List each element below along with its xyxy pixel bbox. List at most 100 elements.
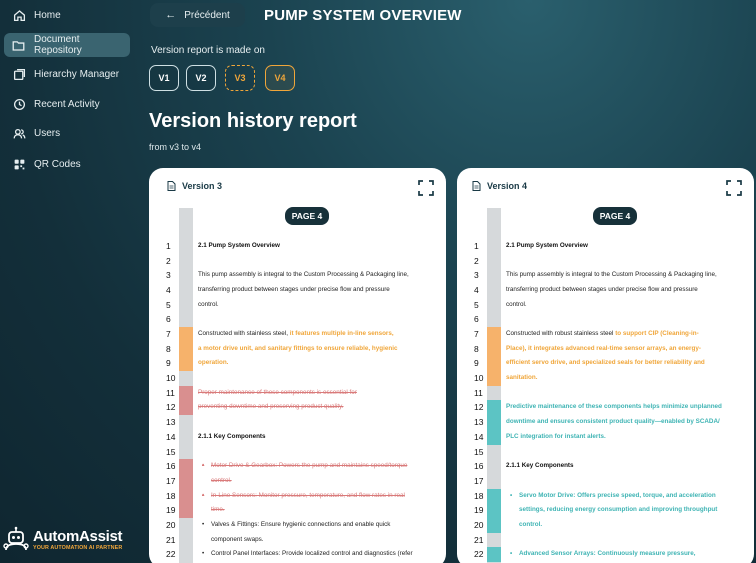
document-line: 11 xyxy=(457,386,754,401)
version-button-v1[interactable]: V1 xyxy=(149,65,179,91)
sidebar-item-label: Home xyxy=(34,9,61,21)
line-text: Proper maintenance of these components i… xyxy=(198,386,443,401)
line-text: PLC integration for instant alerts. xyxy=(506,430,751,445)
text-segment: Constructed with robust stainless steel xyxy=(506,330,616,338)
change-marker-red xyxy=(179,473,193,489)
line-number: 4 xyxy=(474,285,479,296)
document-line: 20 • Valves & Fittings: Ensure hygienic co… xyxy=(149,518,446,533)
logo-title: AutomAssist xyxy=(33,527,123,545)
sidebar-item-home[interactable]: Home xyxy=(4,3,130,27)
document-line: 9 operation. xyxy=(149,356,446,372)
text-segment: 2.1.1 Key Components xyxy=(198,432,266,440)
page-title: PUMP SYSTEM OVERVIEW xyxy=(264,7,462,24)
document-line: 14 2.1.1 Key Components xyxy=(149,430,446,445)
line-number: 2 xyxy=(474,255,479,266)
document-line: 2 xyxy=(149,254,446,269)
document-line: 8 Place), it integrates advanced real-tim… xyxy=(457,341,754,357)
line-number: 18 xyxy=(474,490,484,501)
line-number: 17 xyxy=(166,475,176,486)
document-icon xyxy=(472,181,481,191)
document-line: 16 • Motor Drive & Gearbox: Powers the pum… xyxy=(149,459,446,474)
document-line: 11 Proper maintenance of these components… xyxy=(149,385,446,401)
sidebar-item-hierarchy-manager[interactable]: Hierarchy Manager xyxy=(4,62,130,86)
version-button-v2[interactable]: V2 xyxy=(186,65,216,91)
change-marker-orange xyxy=(487,327,501,342)
line-text: • Advanced Sensor Arrays: Continuously me… xyxy=(506,547,751,562)
document-line: 22 • Control Panel Interfaces: Provide loc… xyxy=(149,547,446,562)
page-badge: PAGE 4 xyxy=(285,207,329,225)
text-segment: to support CIP (Cleaning-in- xyxy=(615,330,699,338)
text-segment: sanitation. xyxy=(506,374,538,382)
line-text: control. xyxy=(506,298,751,313)
folder-icon xyxy=(12,38,26,52)
report-title: Version history report xyxy=(149,110,357,132)
line-text: • In-Line Sensors: Monitor pressure, temp… xyxy=(198,489,443,504)
line-text: 2.1 Pump System Overview xyxy=(198,239,443,254)
line-text: 2.1.1 Key Components xyxy=(198,430,443,445)
text-segment: Valves & Fittings: Ensure hygienic conne… xyxy=(211,520,391,528)
version-panel-right: Version 4 PAGE 4 1 2.1 Pump System Overvi… xyxy=(457,168,754,563)
document-line: 15 xyxy=(149,445,446,460)
line-text: Constructed with stainless steel, it fea… xyxy=(198,327,443,342)
expand-icon[interactable] xyxy=(418,180,434,196)
users-icon xyxy=(12,126,26,140)
logo-subtitle: YOUR AUTOMATION AI PARTNER xyxy=(33,544,123,551)
panel-title: Version 3 xyxy=(182,181,223,191)
change-marker-orange xyxy=(487,356,501,372)
change-marker-teal xyxy=(487,415,501,430)
change-marker-teal xyxy=(487,503,501,518)
line-number: 16 xyxy=(166,461,176,472)
line-text: 2.1 Pump System Overview xyxy=(506,239,751,254)
document-line: 14 PLC integration for instant alerts. xyxy=(457,429,754,445)
document-line: 19 time. xyxy=(149,503,446,518)
change-marker-orange xyxy=(179,356,193,372)
text-segment: operation. xyxy=(198,359,229,367)
sidebar-item-qr-codes[interactable]: QR Codes xyxy=(4,152,130,176)
document-line: 16 2.1.1 Key Components xyxy=(457,459,754,474)
panel-header: Version 4 xyxy=(472,181,527,191)
document-line: 2 xyxy=(457,254,754,269)
line-text: Place), it integrates advanced real-time… xyxy=(506,342,751,357)
version-button-v4[interactable]: V4 xyxy=(265,65,295,91)
bullet: • xyxy=(202,520,205,528)
line-text: Predictive maintenance of these componen… xyxy=(506,400,751,415)
change-marker-red xyxy=(179,459,193,474)
version-button-v3[interactable]: V3 xyxy=(225,65,255,91)
text-segment: transferring product between stages unde… xyxy=(506,286,698,294)
line-text: component swaps. xyxy=(198,533,443,548)
sidebar-item-document-repository[interactable]: Document Repository xyxy=(4,33,130,57)
app-logo: AutomAssist YOUR AUTOMATION AI PARTNER xyxy=(2,526,123,552)
home-icon xyxy=(12,8,26,22)
text-segment: In-Line Sensors: Monitor pressure, tempe… xyxy=(211,491,405,499)
line-number: 1 xyxy=(474,241,479,251)
sidebar-item-recent-activity[interactable]: Recent Activity xyxy=(4,92,130,116)
change-marker-red xyxy=(179,503,193,518)
text-segment: efficient servo drive, and specialized s… xyxy=(506,359,705,367)
report-subtitle: from v3 to v4 xyxy=(149,142,202,152)
document-line: 13 downtime and ensures consistent produc… xyxy=(457,415,754,430)
line-text: control. xyxy=(506,518,751,533)
line-text: Constructed with robust stainless steel … xyxy=(506,327,751,342)
text-segment: control. xyxy=(198,300,219,308)
text-segment: a motor drive unit, and sanitary fitting… xyxy=(198,344,398,352)
document-line: 6 xyxy=(149,312,446,327)
bullet: • xyxy=(202,550,205,558)
line-number: 12 xyxy=(166,402,176,413)
line-text: 2.1.1 Key Components xyxy=(506,459,751,474)
text-segment: control. xyxy=(506,300,527,308)
expand-icon[interactable] xyxy=(726,180,742,196)
document-line: 20 control. xyxy=(457,517,754,533)
line-number: 21 xyxy=(474,534,484,545)
back-button[interactable]: ← Précédent xyxy=(150,3,245,27)
line-number: 9 xyxy=(166,358,171,369)
page-badge: PAGE 4 xyxy=(593,207,637,225)
document-line: 8 a motor drive unit, and sanitary fittin… xyxy=(149,341,446,357)
line-number: 5 xyxy=(166,299,171,310)
line-text: preventing downtime and preserving produ… xyxy=(198,400,443,415)
line-number: 11 xyxy=(474,387,483,398)
text-segment: settings, reducing energy consumption an… xyxy=(519,506,718,514)
sidebar-item-users[interactable]: Users xyxy=(4,121,130,145)
line-number: 2 xyxy=(166,255,171,266)
line-number: 20 xyxy=(166,519,176,530)
document-line: 7 Constructed with stainless steel, it fe… xyxy=(149,327,446,342)
